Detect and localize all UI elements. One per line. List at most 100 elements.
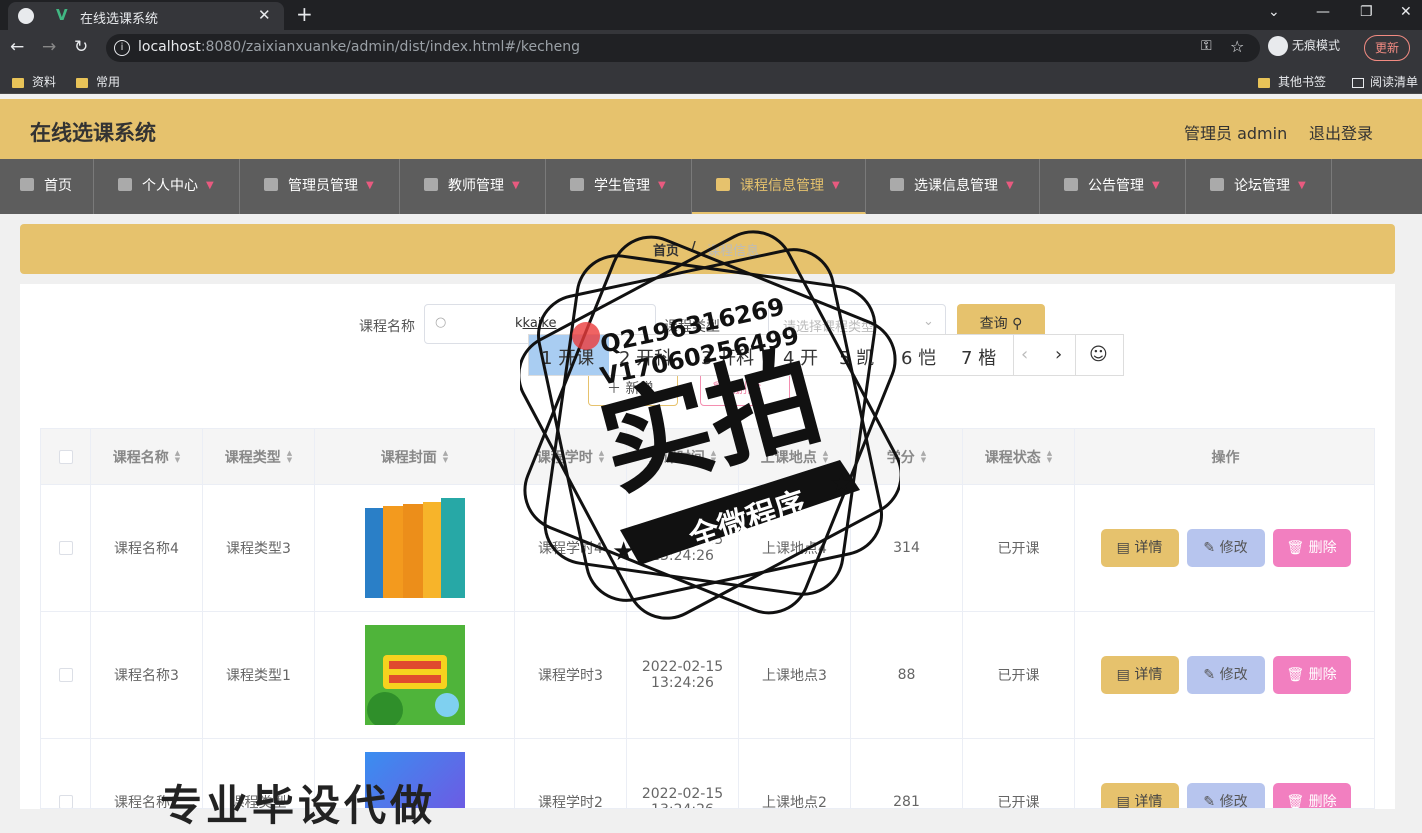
edit-button[interactable]: ✎ 修改 — [1186, 783, 1265, 808]
nav-teacher-manage[interactable]: 教师管理 ▼ — [400, 159, 546, 214]
cell-status: 已开课 — [963, 739, 1075, 808]
col-header[interactable]: 学分 ▲ ▼ — [851, 429, 963, 484]
cell-hours: 课程学时4 — [515, 485, 627, 611]
key-icon[interactable]: ⚿ — [1201, 38, 1212, 54]
bookmark-star-icon[interactable]: ☆ — [1230, 37, 1244, 56]
url-input[interactable]: i localhost:8080/zaixianxuanke/admin/dis… — [106, 34, 1260, 62]
course-table: 课程名称 ▲ ▼ 课程类型 ▲ ▼ 课程封面 ▲ ▼ 课程学时 ▲ ▼ 上课时间 ▲ ▼ 上课地点 ▲… — [40, 428, 1375, 809]
bookmark-folder-ziliao[interactable]: 资料 — [12, 73, 56, 90]
row-checkbox[interactable] — [58, 795, 73, 808]
edit-button[interactable]: ✎ 修改 — [1186, 529, 1265, 567]
col-header-actions: 操作 — [1211, 449, 1240, 466]
bookmark-folder-changyong[interactable]: 常用 — [76, 73, 120, 90]
bookmark-other[interactable]: 其他书签 — [1258, 73, 1326, 90]
col-header[interactable]: 课程学时 ▲ ▼ — [515, 429, 627, 484]
new-tab-button[interactable]: + — [296, 2, 313, 26]
chart-icon — [890, 177, 904, 191]
cell-name: 课程名称4 — [91, 485, 203, 611]
delete-button[interactable]: 🗑 删除 — [1272, 529, 1351, 567]
sort-icon: ▲ ▼ — [710, 448, 717, 464]
select-all-checkbox[interactable] — [58, 449, 73, 464]
close-tab-icon[interactable]: ✕ — [258, 6, 271, 24]
ime-candidate[interactable]: 4 开 — [783, 344, 818, 370]
nav-forum-manage[interactable]: 论坛管理 ▼ — [1186, 159, 1332, 214]
briefcase-icon — [264, 177, 278, 191]
close-window-button[interactable]: ✕ — [1400, 4, 1412, 20]
sort-icon: ▲ ▼ — [442, 448, 449, 464]
sort-icon: ▲ ▼ — [822, 448, 829, 464]
nav-student-manage[interactable]: 学生管理 ▼ — [546, 159, 692, 214]
course-name-label: 课程名称 — [359, 319, 415, 335]
ime-candidate[interactable]: 7 楷 — [961, 344, 996, 370]
notice-icon — [1064, 177, 1078, 191]
col-header[interactable]: 课程状态 ▲ ▼ — [963, 429, 1075, 484]
breadcrumb-current: 课程信息 — [707, 244, 760, 259]
teacher-icon — [424, 177, 438, 191]
user-icon — [118, 177, 132, 191]
ime-next-icon[interactable]: › — [1055, 344, 1062, 365]
col-header[interactable]: 课程类型 ▲ ▼ — [203, 429, 315, 484]
detail-button[interactable]: ▤ 详情 — [1100, 529, 1179, 567]
cell-place: 上课地点3 — [739, 612, 851, 738]
update-button[interactable]: 更新 — [1364, 35, 1410, 61]
search-icon: ⚲ — [1012, 316, 1023, 332]
sort-icon: ▲ ▼ — [174, 448, 181, 464]
cell-time: 2022-02-15 13:24:26 — [627, 485, 739, 611]
edit-button[interactable]: ✎ 修改 — [1186, 656, 1265, 694]
logout-link[interactable]: 退出登录 — [1309, 120, 1373, 144]
nav-personal-center[interactable]: 个人中心 ▼ — [94, 159, 240, 214]
breadcrumb-home[interactable]: 首页 — [653, 240, 679, 259]
col-header[interactable]: 上课时间 ▲ ▼ — [627, 429, 739, 484]
ime-prev-icon[interactable]: ‹ — [1021, 344, 1028, 365]
cell-status: 已开课 — [963, 485, 1075, 611]
cell-type: 课程类型3 — [203, 485, 315, 611]
ime-candidate[interactable]: 5 凯 — [839, 344, 874, 370]
delete-button[interactable]: 🗑 删除 — [1272, 783, 1351, 808]
nav-home[interactable]: 首页 — [0, 159, 94, 214]
reading-list[interactable]: 阅读清单 — [1352, 73, 1418, 90]
home-icon — [20, 177, 34, 191]
col-header[interactable]: 课程名称 ▲ ▼ — [91, 429, 203, 484]
detail-button[interactable]: ▤ 详情 — [1100, 656, 1179, 694]
reload-icon[interactable]: ↻ — [74, 37, 88, 57]
detail-button[interactable]: ▤ 详情 — [1100, 783, 1179, 808]
chevron-down-icon: ▼ — [366, 180, 374, 191]
nav-notice-manage[interactable]: 公告管理 ▼ — [1040, 159, 1186, 214]
search-icon: ○ — [435, 315, 447, 330]
cell-hours: 课程学时2 — [515, 739, 627, 808]
back-icon[interactable]: ← — [10, 37, 24, 57]
course-cover-image[interactable] — [364, 625, 465, 725]
ime-candidate[interactable]: 6 恺 — [901, 344, 936, 370]
app-header: 在线选课系统 管理员 admin 退出登录 — [0, 99, 1422, 159]
chevron-down-icon: ▼ — [1152, 180, 1160, 191]
col-header[interactable]: 课程封面 ▲ ▼ — [315, 429, 515, 484]
maximize-button[interactable]: ❐ — [1360, 4, 1373, 20]
row-checkbox[interactable] — [58, 668, 73, 682]
tab-search-icon[interactable]: ⌄ — [1268, 4, 1280, 20]
cell-type: 课程类型1 — [203, 612, 315, 738]
main-nav: 首页 个人中心 ▼ 管理员管理 ▼ 教师管理 ▼ 学生管理 ▼ 课程信息管理 ▼ 选课信息… — [0, 159, 1422, 214]
chevron-down-icon: ▼ — [658, 180, 666, 191]
info-icon[interactable]: i — [114, 40, 130, 56]
emoji-icon[interactable]: ☺ — [1089, 344, 1108, 365]
incognito-icon — [1268, 36, 1288, 56]
ime-candidate[interactable]: 3 开科 — [701, 344, 754, 370]
delete-button[interactable]: 🗑 删除 — [1272, 656, 1351, 694]
nav-admin-manage[interactable]: 管理员管理 ▼ — [240, 159, 400, 214]
course-cover-image[interactable] — [364, 498, 465, 598]
cell-place: 上课地点2 — [739, 739, 851, 808]
row-checkbox[interactable] — [58, 541, 73, 555]
incognito-indicator[interactable]: 无痕模式 — [1268, 36, 1340, 56]
crop-icon — [716, 177, 730, 191]
ime-candidate-window: 1 开课 2 开科 3 开科 4 开 5 凯 6 恺 7 楷 ‹ › ☺ — [528, 334, 1124, 376]
ime-candidate[interactable]: 2 开科 — [619, 344, 672, 370]
nav-selection-manage[interactable]: 选课信息管理 ▼ — [866, 159, 1040, 214]
sort-icon: ▲ ▼ — [920, 448, 927, 464]
forward-icon[interactable]: → — [42, 37, 56, 57]
nav-course-manage[interactable]: 课程信息管理 ▼ — [692, 159, 866, 214]
col-header[interactable]: 上课地点 ▲ ▼ — [739, 429, 851, 484]
address-bar: ← → ↻ i localhost:8080/zaixianxuanke/adm… — [0, 30, 1422, 66]
minimize-button[interactable]: — — [1316, 4, 1330, 20]
browser-tab[interactable]: V 在线选课系统 ✕ — [8, 2, 284, 30]
sort-icon: ▲ ▼ — [598, 448, 605, 464]
